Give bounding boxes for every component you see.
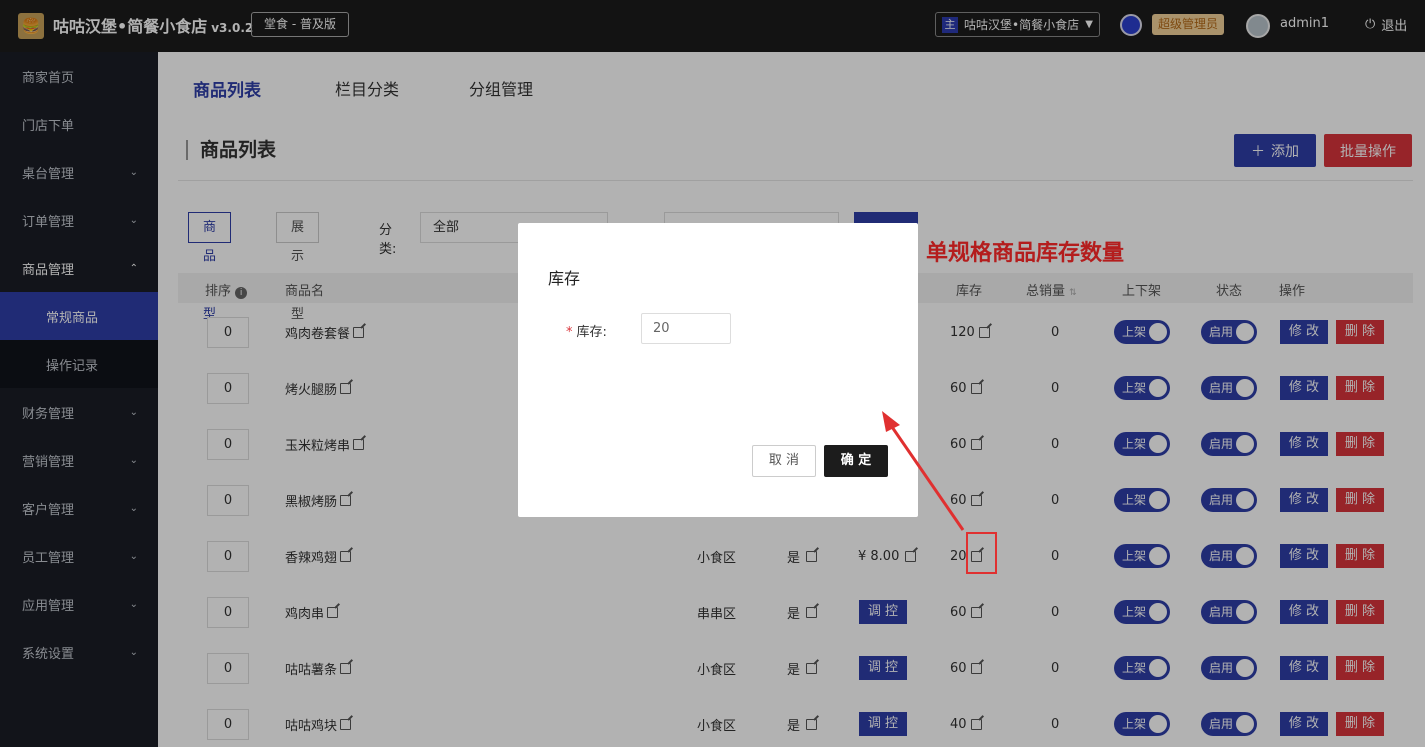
dialog-title: 库存 xyxy=(548,269,581,288)
cancel-button[interactable]: 取 消 xyxy=(752,445,816,477)
stock-dialog: 库存 * 库存: 20 取 消 确 定 xyxy=(518,223,918,517)
confirm-button[interactable]: 确 定 xyxy=(824,445,888,477)
annotation-text: 单规格商品库存数量 xyxy=(926,241,1125,266)
stock-field-label: * 库存: xyxy=(566,325,607,340)
annotation-highlight-box xyxy=(966,532,997,574)
stock-input[interactable]: 20 xyxy=(641,313,731,344)
